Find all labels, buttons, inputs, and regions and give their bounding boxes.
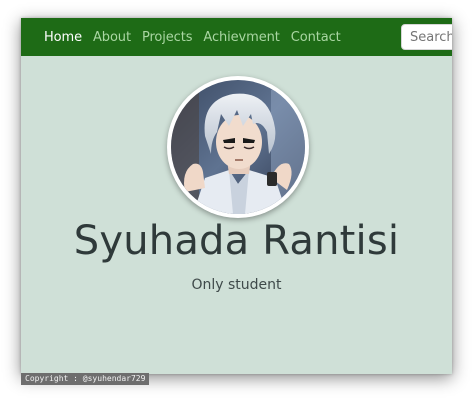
nav-link-achievment[interactable]: Achievment: [203, 30, 279, 45]
anime-character-avatar-icon: [171, 80, 305, 214]
copyright-label: Copyright : @syuhendar729: [21, 373, 150, 385]
nav-link-home[interactable]: Home: [44, 30, 82, 45]
hero-section: Syuhada Rantisi Only student: [21, 56, 452, 374]
navbar: Home About Projects Achievment Contact: [21, 18, 452, 56]
profile-tagline: Only student: [191, 277, 282, 293]
nav-links: Home About Projects Achievment Contact: [44, 30, 341, 45]
nav-link-contact[interactable]: Contact: [291, 30, 341, 45]
profile-name: Syuhada Rantisi: [73, 218, 400, 264]
nav-link-projects[interactable]: Projects: [142, 30, 193, 45]
nav-link-about[interactable]: About: [93, 30, 131, 45]
browser-window: Home About Projects Achievment Contact S…: [21, 18, 452, 374]
search-input[interactable]: [401, 24, 452, 50]
avatar-frame: [167, 76, 309, 218]
avatar: [171, 80, 305, 214]
